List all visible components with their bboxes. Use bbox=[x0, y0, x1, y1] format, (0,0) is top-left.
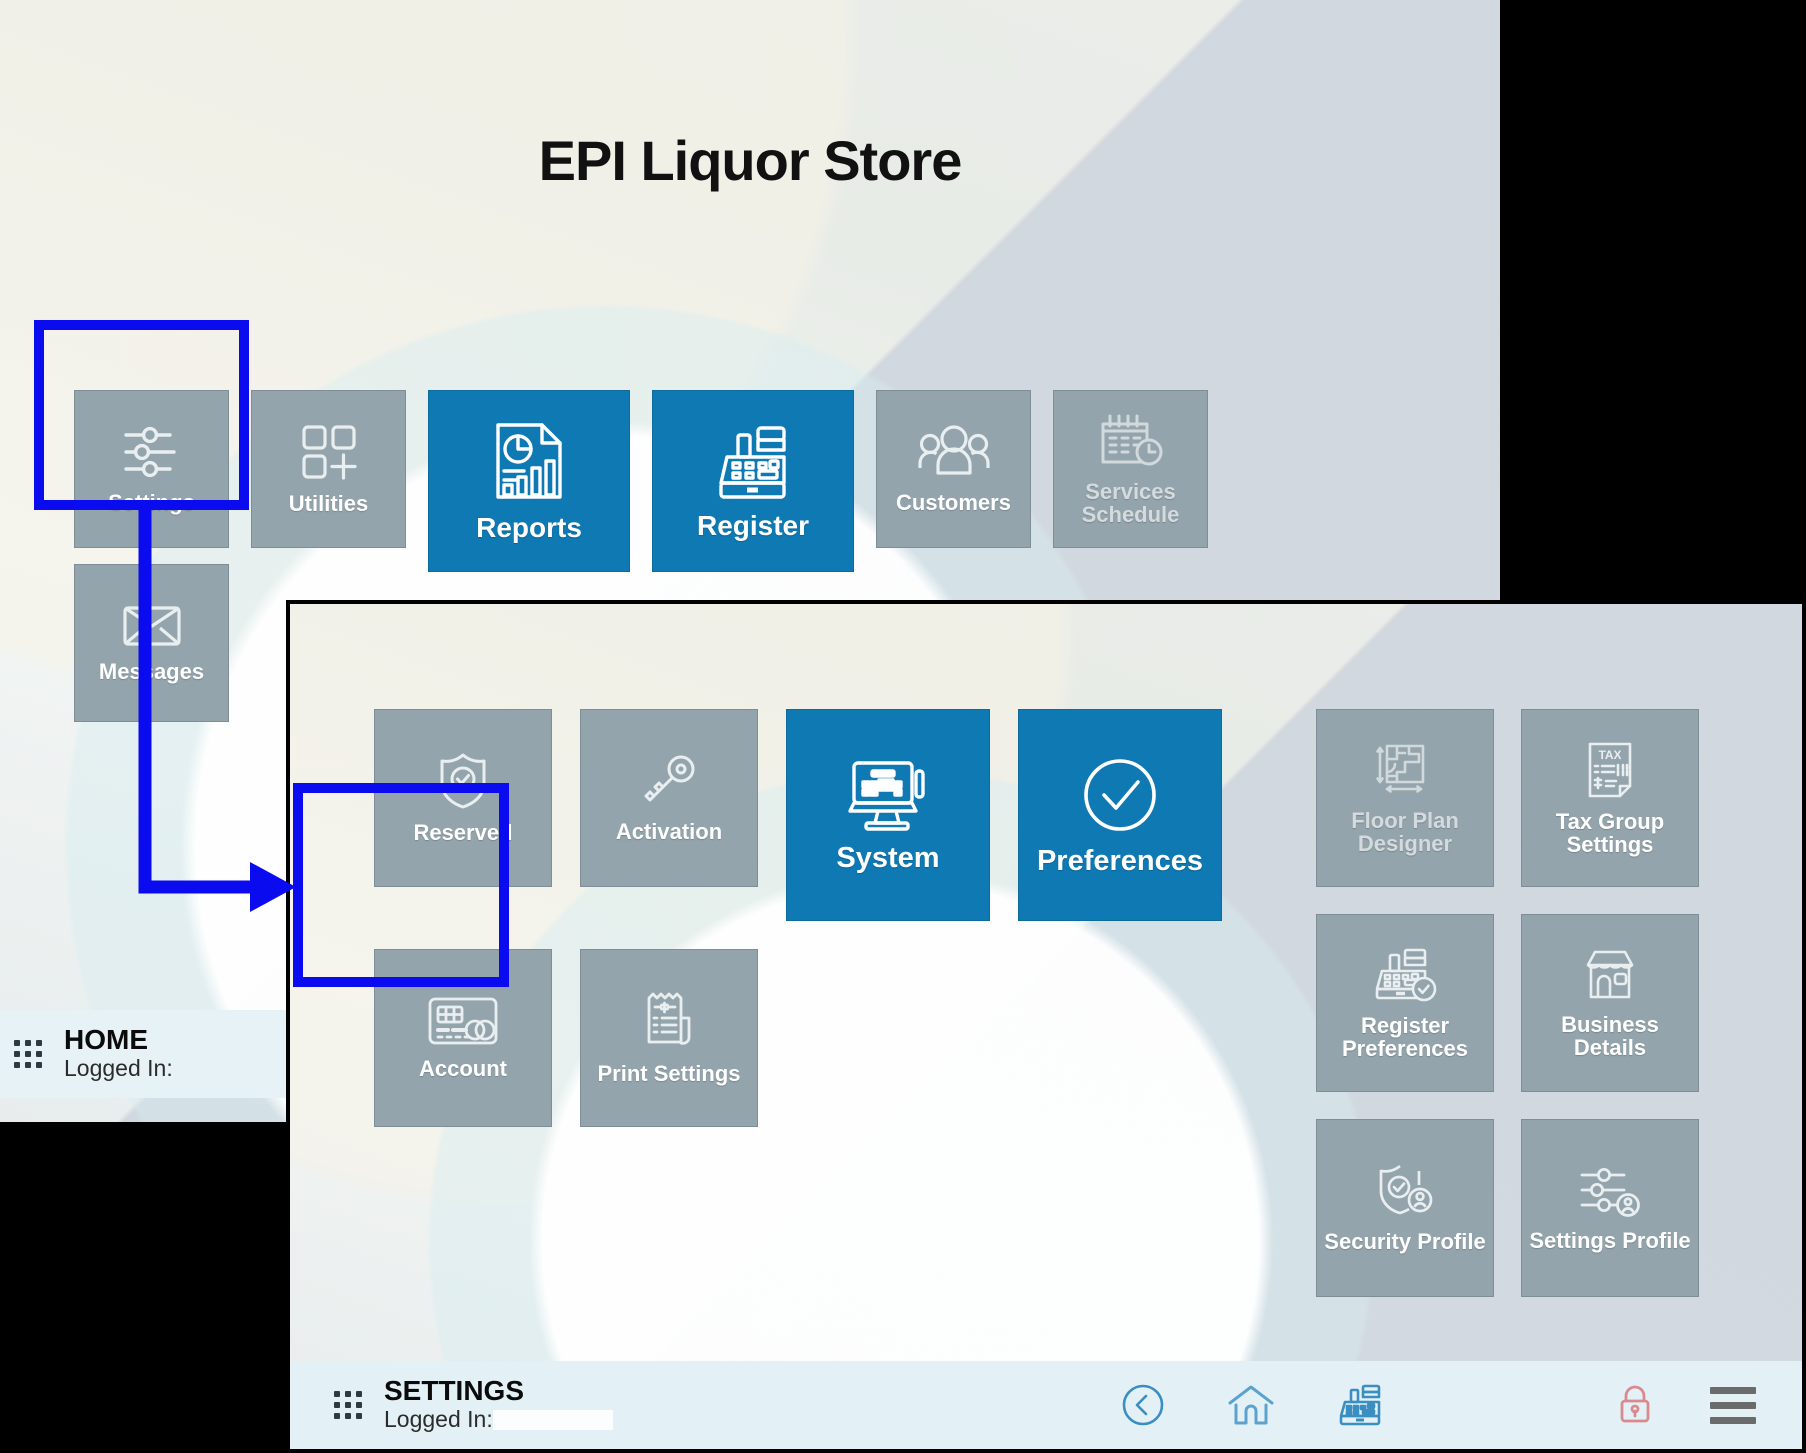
home-status-bar: HOME Logged In: bbox=[0, 1010, 288, 1098]
tile-system[interactable]: System bbox=[786, 709, 990, 921]
settings-status-nav bbox=[890, 1382, 1616, 1428]
tile-label: Services Schedule bbox=[1081, 478, 1180, 527]
settings-status-left: SETTINGS Logged In: bbox=[290, 1377, 890, 1432]
settings-secondary-tiles: Floor Plan Designer TAX Tax Group Settin… bbox=[1316, 709, 1699, 1297]
tile-settings[interactable]: Settings bbox=[74, 390, 229, 548]
tile-label: Account bbox=[419, 1056, 507, 1082]
check-circle-icon bbox=[1079, 754, 1161, 836]
tile-floor-plan-designer[interactable]: Floor Plan Designer bbox=[1316, 709, 1494, 887]
shield-check-icon bbox=[436, 751, 490, 811]
tile-messages[interactable]: Messages bbox=[74, 564, 229, 722]
svg-text:TAX: TAX bbox=[1598, 748, 1621, 762]
tile-label: Floor Plan Designer bbox=[1351, 807, 1459, 856]
cash-register-icon bbox=[713, 421, 793, 501]
grip-handle-icon[interactable] bbox=[14, 1040, 48, 1068]
grip-handle-icon[interactable] bbox=[334, 1390, 368, 1419]
tile-label: Print Settings bbox=[597, 1061, 741, 1087]
settings-primary-tiles: Reserved Activation System Preferences A… bbox=[374, 709, 1222, 1127]
tile-label: Tax Group Settings bbox=[1555, 808, 1665, 857]
settings-tile-area: Reserved Activation System Preferences A… bbox=[290, 604, 1802, 1359]
tile-reports[interactable]: Reports bbox=[428, 390, 630, 572]
tile-reserved[interactable]: Reserved bbox=[374, 709, 552, 887]
logged-in-row: Logged In: bbox=[384, 1407, 613, 1432]
tile-label: Messages bbox=[98, 659, 205, 685]
credit-card-icon bbox=[427, 995, 499, 1047]
tile-settings-profile[interactable]: Settings Profile bbox=[1521, 1119, 1699, 1297]
tile-label: System bbox=[836, 841, 940, 874]
receipt-icon bbox=[641, 990, 697, 1052]
page-title: EPI Liquor Store bbox=[538, 129, 963, 192]
report-chart-icon bbox=[490, 419, 568, 503]
status-title: SETTINGS bbox=[384, 1375, 525, 1407]
settings-window: Reserved Activation System Preferences A… bbox=[286, 600, 1806, 1453]
tile-label: Activation bbox=[615, 819, 723, 845]
floor-plan-icon bbox=[1376, 741, 1434, 799]
tile-label: Settings Profile bbox=[1529, 1228, 1691, 1254]
pos-monitor-icon bbox=[848, 757, 928, 833]
tile-label: Register bbox=[696, 510, 810, 542]
lock-icon[interactable] bbox=[1616, 1383, 1654, 1427]
tile-business-details[interactable]: Business Details bbox=[1521, 914, 1699, 1092]
sliders-icon bbox=[120, 423, 184, 481]
settings-status-bar: SETTINGS Logged In: bbox=[290, 1361, 1802, 1449]
tile-tax-group-settings[interactable]: TAX Tax Group Settings bbox=[1521, 709, 1699, 887]
tax-document-icon: TAX bbox=[1584, 740, 1636, 800]
grid-plus-icon bbox=[299, 422, 359, 482]
logged-in-value bbox=[492, 1410, 613, 1431]
tile-label: Utilities bbox=[288, 491, 369, 517]
tile-preferences[interactable]: Preferences bbox=[1018, 709, 1222, 921]
register-check-icon bbox=[1372, 946, 1438, 1004]
tile-utilities[interactable]: Utilities bbox=[251, 390, 406, 548]
tile-security-profile[interactable]: Security Profile bbox=[1316, 1119, 1494, 1297]
home-icon[interactable] bbox=[1227, 1383, 1275, 1427]
tile-register[interactable]: Register bbox=[652, 390, 854, 572]
users-icon bbox=[917, 423, 990, 481]
storefront-icon bbox=[1579, 947, 1641, 1003]
settings-status-actions bbox=[1616, 1383, 1802, 1427]
envelope-icon bbox=[121, 602, 183, 650]
logged-in-label: Logged In: bbox=[64, 1055, 173, 1082]
tile-label: Preferences bbox=[1036, 844, 1204, 877]
home-tile-column-1: Settings Messages bbox=[74, 390, 229, 722]
cash-register-icon[interactable] bbox=[1337, 1382, 1385, 1428]
tile-label: Reserved bbox=[413, 820, 513, 846]
calendar-clock-icon bbox=[1097, 412, 1165, 470]
back-circle-icon[interactable] bbox=[1121, 1383, 1165, 1427]
tile-activation[interactable]: Activation bbox=[580, 709, 758, 887]
sliders-user-icon bbox=[1577, 1163, 1643, 1219]
key-icon bbox=[640, 752, 698, 810]
settings-status-text: SETTINGS Logged In: bbox=[384, 1377, 613, 1432]
tile-label: Security Profile bbox=[1324, 1229, 1486, 1255]
hamburger-menu-icon[interactable] bbox=[1710, 1386, 1756, 1424]
tile-label: Customers bbox=[896, 490, 1011, 516]
logged-in-label: Logged In: bbox=[384, 1406, 493, 1433]
tile-customers[interactable]: Customers bbox=[876, 390, 1031, 548]
tile-label: Reports bbox=[476, 512, 582, 544]
home-status-text: HOME Logged In: bbox=[64, 1026, 173, 1081]
screen: EPI Liquor Store Settings Messages Utili… bbox=[0, 0, 1806, 1453]
tile-account[interactable]: Account bbox=[374, 949, 552, 1127]
tile-label: Business Details bbox=[1561, 1011, 1659, 1060]
tile-label: Register Preferences bbox=[1342, 1012, 1468, 1061]
status-title: HOME bbox=[64, 1024, 148, 1056]
shield-user-icon bbox=[1374, 1162, 1436, 1220]
tile-register-preferences[interactable]: Register Preferences bbox=[1316, 914, 1494, 1092]
tile-label: Settings bbox=[108, 490, 195, 516]
tile-print-settings[interactable]: Print Settings bbox=[580, 949, 758, 1127]
tile-services-schedule[interactable]: Services Schedule bbox=[1053, 390, 1208, 548]
